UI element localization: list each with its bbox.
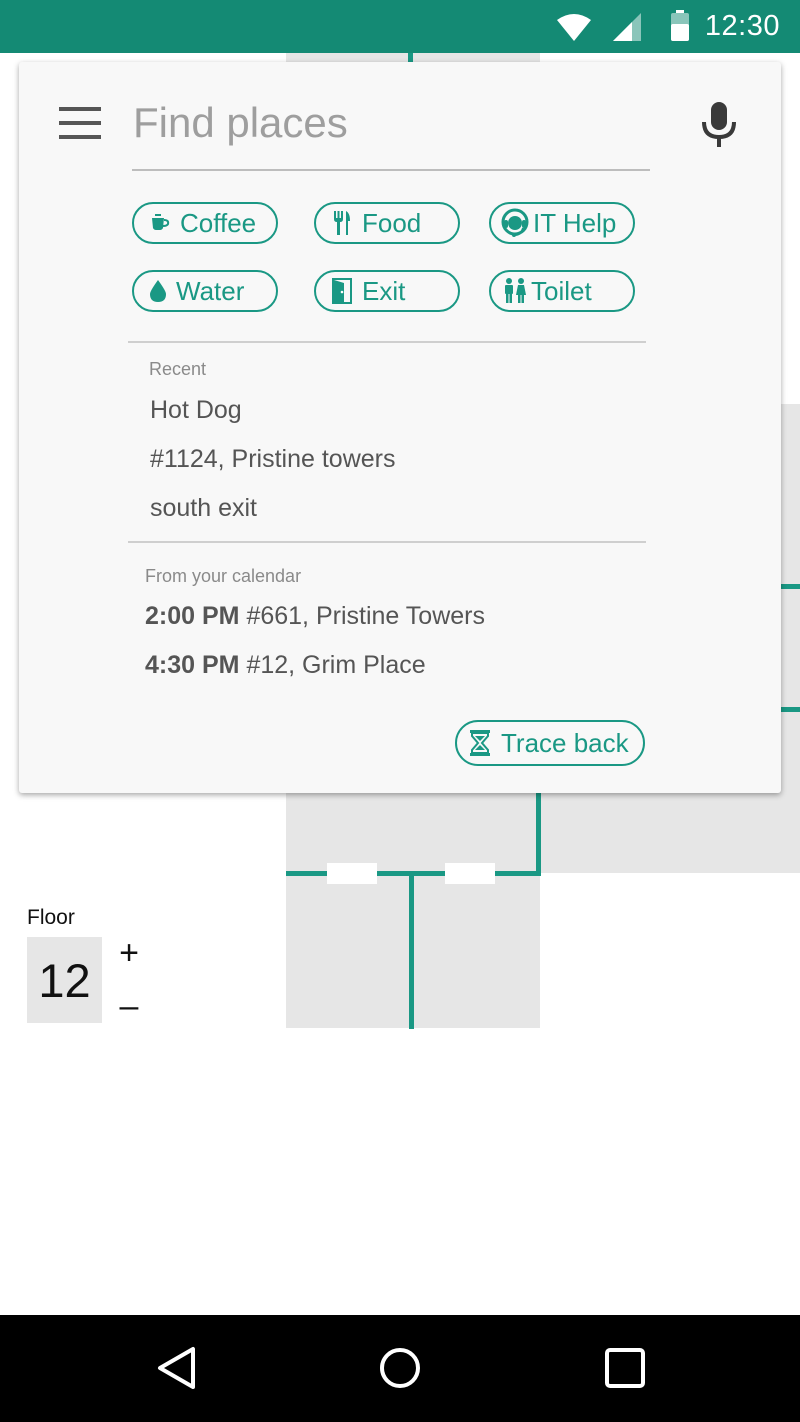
chip-coffee[interactable]: Coffee — [132, 202, 278, 244]
floor-down-button[interactable]: – — [110, 987, 148, 1025]
recent-item[interactable]: #1124, Pristine towers — [150, 445, 396, 474]
chip-toilet[interactable]: Toilet — [489, 270, 635, 312]
it-help-icon — [501, 208, 529, 238]
chip-label: IT Help — [533, 207, 617, 238]
search-card: Coffee Food IT Help Water Exit Toilet Re… — [19, 62, 781, 793]
map-corridor — [780, 584, 800, 589]
map-door — [445, 863, 495, 884]
map-room — [286, 791, 800, 873]
divider — [128, 341, 646, 343]
status-bar: 12:30 — [0, 0, 800, 53]
search-underline — [132, 169, 650, 171]
map-corridor — [536, 791, 541, 875]
wifi-icon — [557, 14, 591, 41]
calendar-label: From your calendar — [145, 566, 302, 586]
trace-back-button[interactable]: Trace back — [455, 720, 645, 766]
menu-icon[interactable] — [59, 107, 101, 139]
map-corridor — [780, 707, 800, 712]
battery-icon — [671, 10, 689, 41]
chip-label: Food — [362, 207, 422, 238]
floor-up-button[interactable]: + — [110, 934, 148, 972]
exit-icon — [332, 278, 352, 304]
toilet-icon — [503, 278, 527, 304]
recent-item[interactable]: Hot Dog — [150, 396, 242, 425]
calendar-time: 2:00 PM — [145, 602, 240, 630]
home-icon[interactable] — [378, 1346, 422, 1390]
calendar-time: 4:30 PM — [145, 651, 240, 679]
recent-label: Recent — [149, 359, 207, 379]
status-time: 12:30 — [704, 10, 780, 42]
chip-exit[interactable]: Exit — [314, 270, 460, 312]
trace-back-label: Trace back — [501, 727, 629, 758]
chip-label: Water — [176, 275, 245, 306]
floor-label: Floor — [27, 906, 75, 929]
hourglass-icon — [469, 730, 491, 756]
food-icon — [332, 211, 352, 235]
coffee-icon — [150, 214, 170, 232]
calendar-item[interactable]: 4:30 PM #12, Grim Place — [145, 651, 426, 680]
divider — [128, 541, 646, 543]
back-icon[interactable] — [155, 1346, 199, 1390]
floor-number: 12 — [27, 937, 102, 1023]
map-door — [327, 863, 377, 884]
calendar-place: #12, Grim Place — [246, 651, 426, 679]
recents-icon[interactable] — [603, 1346, 647, 1390]
search-input[interactable] — [133, 94, 633, 152]
water-icon — [150, 280, 166, 302]
chip-it-help[interactable]: IT Help — [489, 202, 635, 244]
nav-bar — [0, 1315, 800, 1422]
chip-label: Exit — [362, 275, 406, 306]
calendar-item[interactable]: 2:00 PM #661, Pristine Towers — [145, 602, 485, 631]
chip-water[interactable]: Water — [132, 270, 278, 312]
calendar-place: #661, Pristine Towers — [246, 602, 485, 630]
chip-label: Toilet — [531, 275, 592, 306]
recent-item[interactable]: south exit — [150, 494, 257, 523]
map-corridor — [409, 871, 414, 1029]
signal-icon — [613, 13, 641, 41]
mic-icon[interactable] — [701, 102, 737, 148]
chip-food[interactable]: Food — [314, 202, 460, 244]
chip-label: Coffee — [180, 207, 257, 238]
